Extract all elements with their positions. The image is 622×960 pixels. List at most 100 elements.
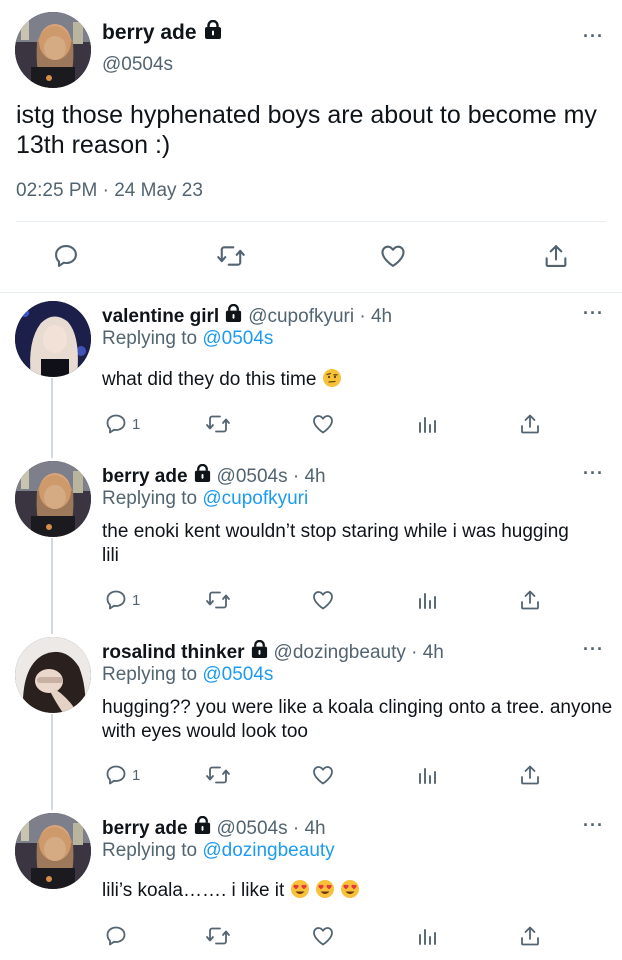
retweet-button[interactable] <box>205 412 231 441</box>
lock-icon <box>193 463 212 489</box>
replying-to: Replying to @0504s <box>102 664 273 686</box>
analytics-button[interactable] <box>415 924 439 953</box>
reply-text: the enoki kent wouldn’t stop staring whi… <box>102 521 569 566</box>
lock-icon <box>203 19 223 46</box>
more-options-icon[interactable]: ··· <box>583 815 604 836</box>
more-options-icon[interactable]: ··· <box>583 639 604 660</box>
author-handle[interactable]: @0504s <box>102 54 173 76</box>
share-icon <box>521 926 539 946</box>
share-button[interactable] <box>542 242 570 275</box>
retweet-button[interactable] <box>205 588 231 617</box>
reply-header: berry ade @0504s · 4h <box>102 815 326 841</box>
tweet-timestamp[interactable]: 02:25 PM · 24 May 23 <box>16 180 203 202</box>
replying-to-link[interactable]: @0504s <box>202 328 273 349</box>
like-button[interactable] <box>311 588 335 617</box>
avatar[interactable] <box>15 461 91 537</box>
reply-header: berry ade @0504s · 4h <box>102 463 326 489</box>
reply-handle-time[interactable]: @0504s · 4h <box>217 818 326 840</box>
like-button[interactable] <box>378 242 408 275</box>
heart-eyes-emoji-icon <box>340 879 360 899</box>
replying-to-prefix: Replying to <box>102 488 203 509</box>
thread-line <box>51 378 53 458</box>
share-icon <box>521 765 539 785</box>
reply-author-name[interactable]: berry ade <box>102 818 188 840</box>
share-button[interactable] <box>518 412 542 441</box>
replying-to-link[interactable]: @0504s <box>202 664 273 685</box>
reply-handle-time[interactable]: @dozingbeauty · 4h <box>274 642 444 664</box>
reply-count: 1 <box>132 415 141 433</box>
like-icon <box>313 591 333 610</box>
like-icon <box>313 927 333 946</box>
heart-eyes-emoji-icon <box>315 879 335 899</box>
reply-author-name[interactable]: rosalind thinker <box>102 642 245 664</box>
retweet-icon <box>206 591 230 609</box>
like-icon <box>313 415 333 434</box>
reply-button[interactable] <box>104 924 132 948</box>
share-icon <box>521 590 539 610</box>
retweet-icon <box>206 415 230 433</box>
analytics-icon <box>419 929 436 945</box>
reply-icon <box>106 590 126 610</box>
avatar[interactable] <box>15 813 91 889</box>
share-button[interactable] <box>518 924 542 953</box>
like-button[interactable] <box>311 763 335 792</box>
reply-header: rosalind thinker @dozingbeauty · 4h <box>102 639 444 665</box>
more-options-icon[interactable]: ··· <box>583 303 604 324</box>
analytics-icon <box>419 768 436 784</box>
reply-button[interactable]: 1 <box>104 588 140 612</box>
divider <box>0 292 622 293</box>
like-button[interactable] <box>311 924 335 953</box>
like-icon <box>381 245 405 267</box>
reply-text: hugging?? you were like a koala clinging… <box>102 697 613 742</box>
replying-to-prefix: Replying to <box>102 328 203 349</box>
avatar[interactable] <box>15 637 91 713</box>
reply-count: 1 <box>132 766 141 784</box>
analytics-button[interactable] <box>415 763 439 792</box>
share-button[interactable] <box>518 763 542 792</box>
reply-author-name[interactable]: valentine girl <box>102 306 219 328</box>
author-name[interactable]: berry ade <box>102 19 223 46</box>
replying-to: Replying to @0504s <box>102 328 273 350</box>
share-button[interactable] <box>518 588 542 617</box>
analytics-icon <box>419 417 436 433</box>
reply-header: valentine girl @cupofkyuri · 4h <box>102 303 392 329</box>
author-name-text[interactable]: berry ade <box>102 21 197 45</box>
replying-to: Replying to @cupofkyuri <box>102 488 308 510</box>
avatar[interactable] <box>15 301 91 377</box>
more-options-icon[interactable]: ··· <box>583 463 604 484</box>
replying-to-link[interactable]: @dozingbeauty <box>202 840 334 861</box>
reply-handle-time[interactable]: @cupofkyuri · 4h <box>248 306 392 328</box>
retweet-icon <box>206 766 230 784</box>
reply-text: lili’s koala……. i like it <box>102 879 612 903</box>
reply-button[interactable] <box>52 242 80 275</box>
retweet-icon <box>206 927 230 945</box>
replying-to-link[interactable]: @cupofkyuri <box>202 488 308 509</box>
more-options-icon[interactable]: ··· <box>583 26 604 47</box>
lock-icon <box>224 303 243 329</box>
reply-count: 1 <box>132 591 141 609</box>
heart-eyes-emoji-icon <box>290 879 310 899</box>
analytics-button[interactable] <box>415 412 439 441</box>
lock-icon <box>250 639 269 665</box>
reply-icon <box>106 414 126 434</box>
analytics-icon <box>419 593 436 609</box>
reply-button[interactable]: 1 <box>104 763 140 787</box>
reply-icon <box>55 245 77 267</box>
retweet-button[interactable] <box>205 763 231 792</box>
reply-author-name[interactable]: berry ade <box>102 466 188 488</box>
like-button[interactable] <box>311 412 335 441</box>
like-icon <box>313 766 333 785</box>
avatar[interactable] <box>15 12 91 88</box>
lock-icon <box>193 815 212 841</box>
thread-line <box>51 538 53 634</box>
reply-handle-time[interactable]: @0504s · 4h <box>217 466 326 488</box>
retweet-button[interactable] <box>216 242 246 275</box>
replying-to-prefix: Replying to <box>102 840 203 861</box>
reply-button[interactable]: 1 <box>104 412 140 436</box>
tweet-text: istg those hyphenated boys are about to … <box>16 101 597 159</box>
retweet-icon <box>217 246 245 266</box>
retweet-button[interactable] <box>205 924 231 953</box>
share-icon <box>521 414 539 434</box>
reply-text: what did they do this time <box>102 368 612 392</box>
analytics-button[interactable] <box>415 588 439 617</box>
